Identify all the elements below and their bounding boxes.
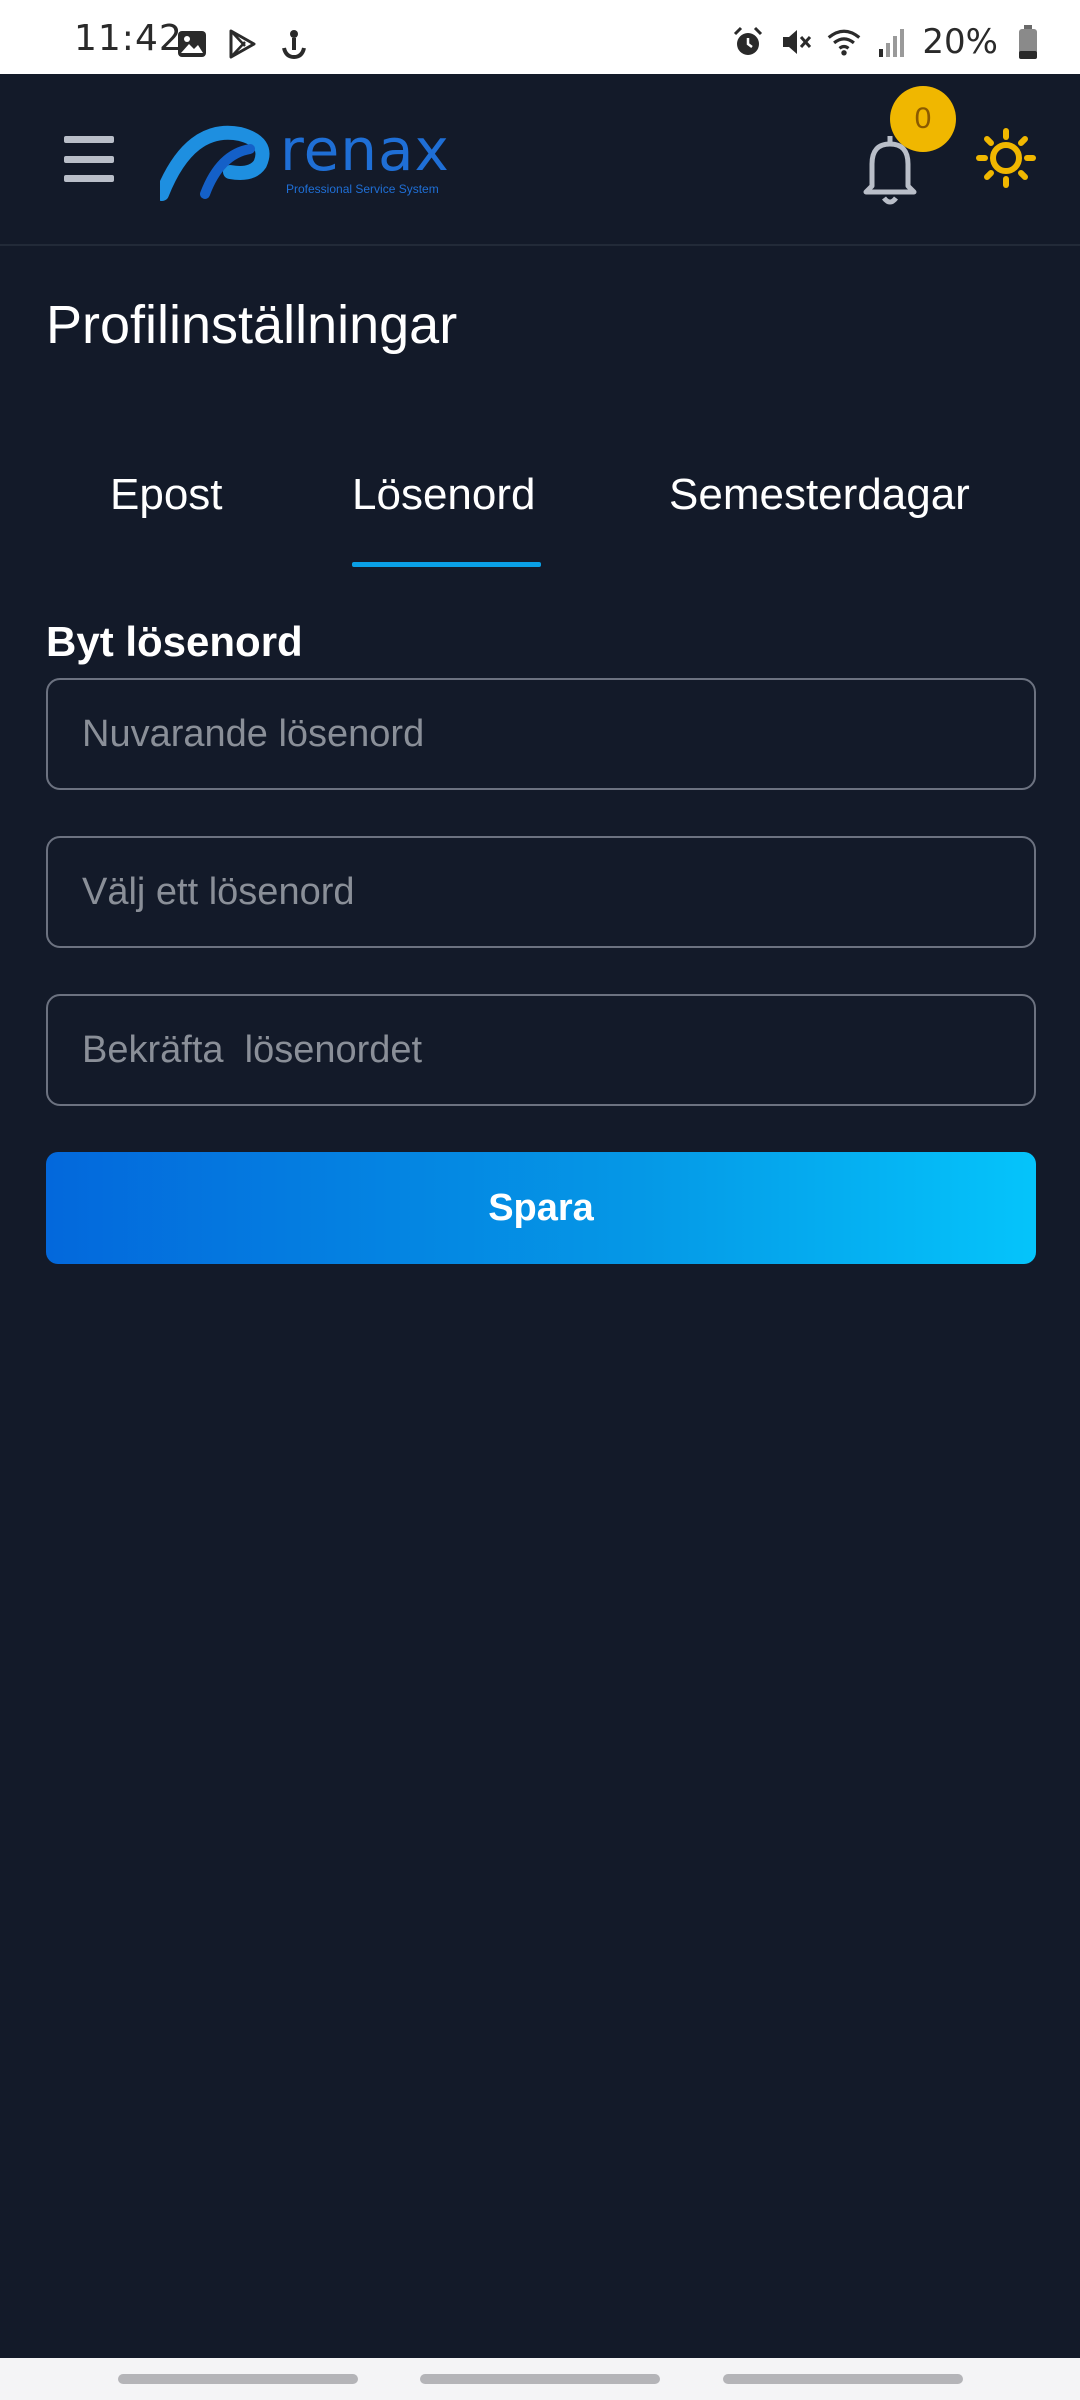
battery-icon	[1010, 24, 1046, 60]
tab-epost[interactable]: Epost	[110, 470, 223, 520]
notification-count-badge: 0	[890, 86, 956, 152]
system-nav-bar	[0, 2358, 1080, 2400]
logo-text: renax	[280, 116, 450, 184]
confirm-password-input[interactable]	[46, 994, 1036, 1106]
mute-icon	[778, 24, 814, 60]
anchor-icon	[274, 26, 310, 62]
renax-logo: renax Professional Service System	[160, 114, 450, 204]
status-right-icons: 20%	[730, 22, 1046, 62]
wifi-icon	[826, 24, 862, 60]
current-password-input[interactable]	[46, 678, 1036, 790]
nav-back-button[interactable]	[723, 2374, 963, 2384]
nav-recents-button[interactable]	[118, 2374, 358, 2384]
status-time: 11:42	[74, 18, 183, 59]
active-tab-indicator	[352, 562, 541, 567]
settings-tabs: Epost Lösenord Semesterdagar	[0, 470, 1080, 570]
signal-icon	[874, 24, 910, 60]
nav-home-button[interactable]	[420, 2374, 660, 2384]
tab-semesterdagar[interactable]: Semesterdagar	[669, 470, 970, 520]
change-password-heading: Byt lösenord	[46, 618, 303, 665]
status-left-icons	[174, 26, 310, 62]
play-store-icon	[224, 26, 260, 62]
logo-tagline: Professional Service System	[286, 182, 439, 196]
tab-losenord[interactable]: Lösenord	[352, 470, 535, 520]
battery-level: 20%	[922, 22, 998, 62]
page-title: Profilinställningar	[46, 295, 458, 355]
alarm-icon	[730, 24, 766, 60]
status-bar: 11:42 20%	[0, 0, 1080, 74]
save-button[interactable]: Spara	[46, 1152, 1036, 1264]
theme-toggle-sun-icon[interactable]	[976, 128, 1036, 188]
app-header: renax Professional Service System 0	[0, 74, 1080, 246]
new-password-input[interactable]	[46, 836, 1036, 948]
hamburger-menu-icon[interactable]	[64, 136, 114, 182]
image-icon	[174, 26, 210, 62]
